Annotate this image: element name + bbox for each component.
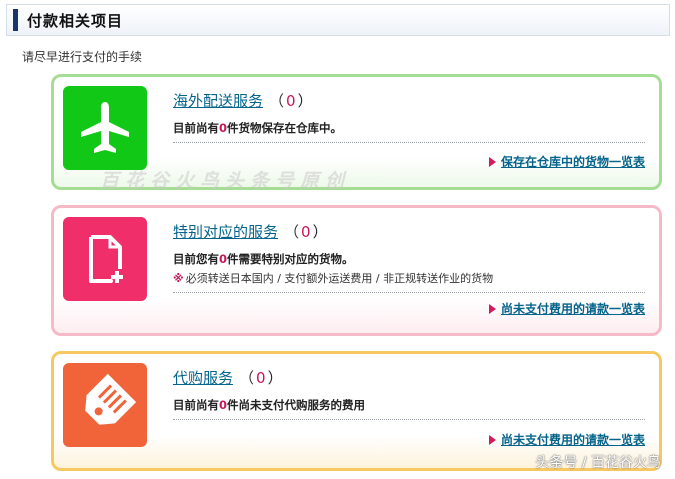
count-open-paren: （ [239,369,255,387]
special-service-card: 特别对应的服务 （0） 目前您有0件需要特别对应的货物。 ※ 必须转送日本国内 /… [51,205,662,336]
purchasing-service-link[interactable]: 代购服务 [173,367,233,388]
arrow-right-icon [488,434,496,445]
overseas-count: 0 [286,92,296,110]
count-close-paren: ） [267,369,283,387]
instruction-text: 请尽早进行支付的手续 [22,50,143,64]
overseas-description: 目前尚有0件货物保存在仓库中。 [173,121,343,135]
arrow-right-icon [488,156,496,167]
header-accent-bar [13,9,18,31]
unpaid-purchase-invoice-link-row[interactable]: 尚未支付费用的请款一览表 [488,431,645,448]
count-close-paren: ） [312,223,328,241]
source-watermark: 头条号 / 百花谷火鸟 [535,455,661,471]
special-count: 0 [301,223,311,241]
special-note: ※ 必须转送日本国内 / 支付额外运送费用 / 非正规转送作业的货物 [173,272,494,285]
unpaid-invoice-link-row[interactable]: 尚未支付费用的请款一览表 [488,300,645,317]
count-open-paren: （ [284,223,300,241]
watermark-text: 百花谷火鸟头条号原创 [100,170,351,192]
divider [173,142,645,143]
airplane-icon [63,86,147,170]
divider [173,292,645,293]
purchasing-count: 0 [256,369,266,387]
arrow-right-icon [488,303,496,314]
overseas-delivery-link[interactable]: 海外配送服务 [173,90,263,111]
section-header: 付款相关项目 [6,4,670,36]
special-description: 目前您有0件需要特别对应的货物。 [173,252,354,266]
section-title: 付款相关项目 [27,11,124,30]
warehouse-list-link[interactable]: 保存在仓库中的货物一览表 [501,153,645,170]
count-close-paren: ） [297,92,313,110]
unpaid-invoice-link[interactable]: 尚未支付费用的请款一览表 [501,300,645,317]
divider [173,419,645,420]
count-open-paren: （ [269,92,285,110]
price-tag-icon [63,363,147,447]
purchasing-description: 目前尚有0件尚未支付代购服务的费用 [173,398,366,412]
special-service-link[interactable]: 特别对应的服务 [173,221,278,242]
warehouse-list-link-row[interactable]: 保存在仓库中的货物一览表 [488,153,645,170]
unpaid-purchase-invoice-link[interactable]: 尚未支付费用的请款一览表 [501,431,645,448]
document-add-icon [63,217,147,301]
